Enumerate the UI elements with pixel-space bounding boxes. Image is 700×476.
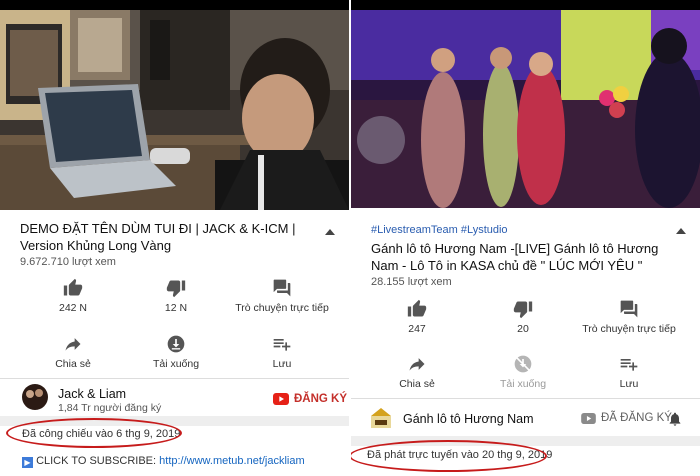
add-playlist-icon	[273, 339, 291, 351]
save-label: Lưu	[619, 378, 639, 390]
channel-avatar[interactable]	[22, 384, 48, 410]
thumbs-up-icon	[407, 299, 427, 317]
download-label: Tải xuống	[499, 378, 547, 390]
video-title: DEMO ĐẶT TÊN DÙM TUI ĐI | JACK & K-ICM |…	[20, 221, 296, 253]
video-player[interactable]	[0, 10, 349, 210]
description-link[interactable]: http://www.metub.net/jackliam	[159, 455, 305, 467]
share-icon	[65, 338, 81, 351]
channel-avatar[interactable]	[369, 406, 393, 430]
save-button[interactable]: Lưu	[252, 334, 312, 370]
hashtags[interactable]: #LivestreamTeam #Lystudio	[371, 224, 508, 236]
download-disabled-icon	[514, 355, 532, 373]
download-button-disabled: Tải xuống	[493, 354, 553, 390]
live-chat-label: Trò chuyện trực tiếp	[582, 323, 676, 335]
status-bar	[0, 0, 349, 10]
video-title: Gánh lô tô Hương Nam -[LIVE] Gánh lô tô …	[371, 241, 659, 273]
right-screenshot: #LivestreamTeam #Lystudio Gánh lô tô Hươ…	[351, 0, 700, 476]
channel-logo-icon	[371, 408, 391, 428]
video-thumbnail	[351, 10, 700, 208]
divider	[0, 378, 349, 379]
live-chat-button[interactable]: Trò chuyện trực tiếp	[579, 299, 679, 335]
download-button[interactable]: Tải xuống	[146, 334, 206, 370]
dislike-count: 12 N	[164, 302, 188, 314]
channel-name[interactable]: Jack & Liam	[58, 387, 126, 401]
chat-icon	[273, 279, 291, 297]
video-thumbnail	[0, 10, 349, 210]
status-bar	[351, 0, 700, 10]
like-count: 247	[408, 323, 426, 335]
channel-name[interactable]: Gánh lô tô Hương Nam	[403, 412, 534, 426]
left-screenshot: DEMO ĐẶT TÊN DÙM TUI ĐI | JACK & K-ICM |…	[0, 0, 349, 476]
dislike-button[interactable]: 20	[493, 299, 553, 335]
download-icon	[167, 335, 185, 353]
youtube-logo-icon	[273, 393, 289, 405]
live-chat-button[interactable]: Trò chuyện trực tiếp	[232, 278, 332, 314]
subscriber-count: 1,84 Tr người đăng ký	[58, 402, 162, 414]
expand-caret-icon[interactable]	[676, 228, 686, 234]
share-button[interactable]: Chia sẻ	[40, 334, 106, 370]
subscribed-button[interactable]: ĐÃ ĐĂNG KÝ	[581, 412, 672, 424]
dislike-button[interactable]: 12 N	[146, 278, 206, 314]
youtube-logo-icon	[581, 412, 596, 424]
chat-icon	[620, 300, 638, 318]
description-line: ▶ CLICK TO SUBSCRIBE: http://www.metub.n…	[22, 455, 305, 468]
thumbs-down-icon	[166, 280, 186, 298]
subscribe-button[interactable]: ĐĂNG KÝ	[273, 393, 347, 405]
share-label: Chia sẻ	[399, 378, 435, 390]
download-label: Tải xuống	[152, 358, 200, 370]
annotation-ellipse	[6, 418, 182, 448]
save-label: Lưu	[272, 358, 292, 370]
save-button[interactable]: Lưu	[599, 354, 659, 390]
subscribed-label: ĐÃ ĐĂNG KÝ	[601, 412, 672, 424]
notification-bell-icon[interactable]	[667, 410, 683, 428]
like-button[interactable]: 242 N	[40, 278, 106, 314]
video-player[interactable]	[351, 10, 700, 208]
share-label: Chia sẻ	[55, 358, 91, 370]
view-count: 9.672.710 lượt xem	[20, 256, 116, 268]
view-count: 28.155 lượt xem	[371, 276, 452, 288]
thumbs-down-icon	[513, 301, 533, 319]
thumbs-up-icon	[63, 278, 83, 296]
like-button[interactable]: 247	[387, 299, 447, 335]
subscribe-label: ĐĂNG KÝ	[294, 393, 348, 405]
expand-caret-icon[interactable]	[325, 229, 335, 235]
like-count: 242 N	[58, 302, 88, 314]
annotation-ellipse	[351, 440, 547, 472]
share-icon	[409, 358, 425, 371]
divider	[351, 398, 700, 399]
add-playlist-icon	[620, 359, 638, 371]
live-chat-label: Trò chuyện trực tiếp	[235, 302, 329, 314]
share-button[interactable]: Chia sẻ	[387, 354, 447, 390]
description-prefix: CLICK TO SUBSCRIBE:	[36, 455, 157, 467]
dislike-count: 20	[517, 323, 529, 335]
play-emoji-icon: ▶	[22, 457, 33, 468]
